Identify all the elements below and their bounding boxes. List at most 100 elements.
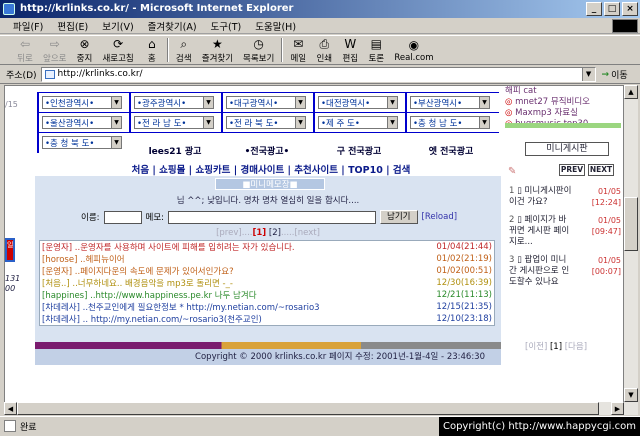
right-link[interactable]: 해피 cat [505,86,623,97]
region-cell: •광주광역시• ▼ [129,92,221,113]
pencil-icon[interactable]: ✎ [508,166,516,177]
ad-link[interactable]: •전국광고• [221,144,313,157]
region-select-value: •전 라 북 도• [229,118,279,129]
real-button[interactable]: ◉ Real.com [389,36,438,64]
pager-page-1[interactable]: [1] [253,228,267,238]
address-input[interactable]: http://krlinks.co.kr/ ▼ [40,67,596,82]
region-cell: •대전광역시• ▼ [313,92,405,113]
search-label: 검색 [175,53,192,64]
scroll-thumb[interactable] [624,197,638,251]
status-text: 완료 [20,422,37,433]
region-select-jeonbuk[interactable]: •전 라 북 도• ▼ [226,116,306,129]
pager-prev[interactable]: [prev] [216,228,242,238]
horizontal-scrollbar[interactable]: ◀ ▶ [4,402,624,415]
menu-view[interactable]: 보기(V) [95,19,140,33]
stop-icon: ⊗ [79,36,90,51]
back-button[interactable]: ⇦ 뒤로 [12,36,38,64]
go-arrow-icon: → [601,69,610,80]
region-select-daegu[interactable]: •대구광역시• ▼ [226,96,306,109]
refresh-button[interactable]: ⟳ 새로고침 [97,36,138,64]
minimize-button[interactable]: _ [586,2,602,16]
edit-button[interactable]: W 편집 [337,36,363,64]
scroll-down-icon[interactable]: ▼ [624,388,638,402]
region-select-chungnam[interactable]: •충 청 남 도• ▼ [410,116,490,129]
mini-board-title[interactable]: 미니게시판 [525,142,609,156]
scroll-up-icon[interactable]: ▲ [624,85,638,99]
region-select-value: •전 라 남 도• [137,118,187,129]
region-select-incheon[interactable]: •인천광역시• ▼ [42,96,122,109]
menu-help[interactable]: 도움말(H) [248,19,303,33]
menu-favorites[interactable]: 즐겨찾기(A) [141,19,204,33]
ad-link[interactable]: 엣 전국광고 [405,144,497,157]
discuss-icon: ▤ [370,36,382,51]
scroll-left-icon[interactable]: ◀ [4,402,17,415]
history-label: 목록보기 [243,53,275,64]
reload-link[interactable]: [Reload] [422,212,458,222]
board-prev-button[interactable]: PREV [559,164,585,176]
ad-link[interactable]: lees21 광고 [129,144,221,157]
board-post[interactable]: 3 ▯ 팝업이 미니간 게시판으로 인도할수 있나요 01/05 [00:07] [509,255,621,288]
toolbar-separator [166,38,169,62]
home-button[interactable]: ⌂ 홈 [139,36,165,64]
discuss-button[interactable]: ▤ 토론 [363,36,389,64]
real-icon: ◉ [408,37,420,52]
horizontal-scroll-thumb[interactable] [17,402,599,415]
memo-input[interactable] [168,210,377,224]
close-button[interactable]: × [622,2,638,16]
right-link[interactable]: ◎ Maxmp3 자료실 [505,108,623,119]
menu-tools[interactable]: 도구(T) [204,19,249,33]
forward-label: 앞으로 [43,53,67,64]
memo-entry-date: 12/15(21:35) [436,302,492,312]
name-input[interactable] [103,210,142,224]
board-post[interactable]: 1 ▯ 미니게시판이 이건 가요? 01/05 [12:24] [509,186,621,208]
forward-button[interactable]: ⇨ 앞으로 [38,36,71,64]
go-button[interactable]: → 이동 [601,68,628,82]
page-icon [44,70,55,79]
memo-entry: [happines] ..http://www.happiness.pe.kr … [40,289,494,301]
board-post-number: 3 [509,255,515,265]
region-select-jeju[interactable]: •제 주 도• ▼ [318,116,398,129]
region-select-busan[interactable]: •부산광역시• ▼ [410,96,490,109]
region-select-ulsan[interactable]: •울산광역시• ▼ [42,116,122,129]
status-copyright: Copyright(c) http://www.happycgi.com [438,417,640,436]
pager-next[interactable]: [next] [294,228,319,238]
board-pager-prev[interactable]: [이전] [525,342,547,352]
memo-submit-button[interactable]: 남기기 [380,210,418,224]
mail-button[interactable]: ✉ 메일 [285,36,311,64]
history-button[interactable]: ◷ 목록보기 [238,36,279,64]
menu-edit[interactable]: 편집(E) [50,19,95,33]
stop-button[interactable]: ⊗ 중지 [71,36,97,64]
board-next-button[interactable]: NEXT [588,164,614,176]
ad-link[interactable]: 구 전국광고 [313,144,405,157]
home-label: 홈 [147,53,156,64]
menu-file[interactable]: 파일(F) [6,19,50,33]
left-badge[interactable]: 일 [5,238,15,262]
page-viewport: /15 일 131 00 •인천광역시• ▼ •광주광역시• ▼ •대구광역시• ▼ … [4,85,624,415]
vertical-scrollbar[interactable]: ▲ ▼ [624,85,638,415]
board-pager-current[interactable]: [1] [550,342,562,352]
right-link[interactable]: ◎ mnet27 뮤직비디오 [505,97,623,108]
edit-icon: W [344,36,357,51]
address-dropdown-icon[interactable]: ▼ [581,68,595,81]
chevron-down-icon: ▼ [295,97,305,108]
search-button[interactable]: ⌕ 검색 [171,36,197,64]
board-post-number: 1 [509,186,515,196]
board-pager-next[interactable]: [다음] [565,342,587,352]
pager-page-2[interactable]: [2] [269,228,281,238]
site-nav-links[interactable]: 처음 | 쇼핑몰 | 쇼핑카트 | 경매사이트 | 추천사이트 | TOP10 … [41,162,501,176]
region-select-value: •제 주 도• [321,118,360,129]
refresh-icon: ⟳ [113,36,124,51]
region-select-gwangju[interactable]: •광주광역시• ▼ [134,96,214,109]
address-bar: 주소(D) http://krlinks.co.kr/ ▼ → 이동 [0,66,640,84]
search-icon: ⌕ [180,36,188,51]
favorites-button[interactable]: ★ 즐겨찾기 [197,36,238,64]
maximize-button[interactable]: □ [604,2,620,16]
scroll-right-icon[interactable]: ▶ [611,402,624,415]
region-select-daejeon[interactable]: •대전광역시• ▼ [318,96,398,109]
board-post[interactable]: 2 ▯ 페이지가 바뀌면 게시판 페이지로... 01/05 [09:47] [509,215,621,248]
memo-entry-date: 12/21(11:13) [436,290,492,300]
print-button[interactable]: ⎙ 인쇄 [311,36,337,64]
region-select-jeonnam[interactable]: •전 라 남 도• ▼ [134,116,214,129]
window-title-bar[interactable]: http://krlinks.co.kr/ - Microsoft Intern… [0,0,640,18]
discuss-label: 토론 [368,53,385,64]
